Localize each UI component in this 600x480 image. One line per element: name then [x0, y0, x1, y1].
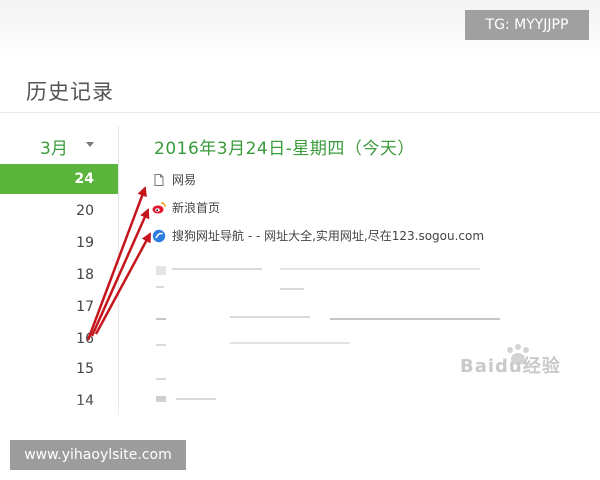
history-page: 历史记录 3月 24 20 19 18 17 16 15 14 2016年3月2… [0, 0, 600, 480]
site-badge: www.yihaoylsite.com [10, 440, 186, 470]
tag-badge: TG: MYYJJPP [465, 10, 589, 40]
annotation-arrows [86, 186, 152, 341]
arrow-to-sina [90, 208, 150, 337]
arrow-to-netease [86, 186, 147, 341]
